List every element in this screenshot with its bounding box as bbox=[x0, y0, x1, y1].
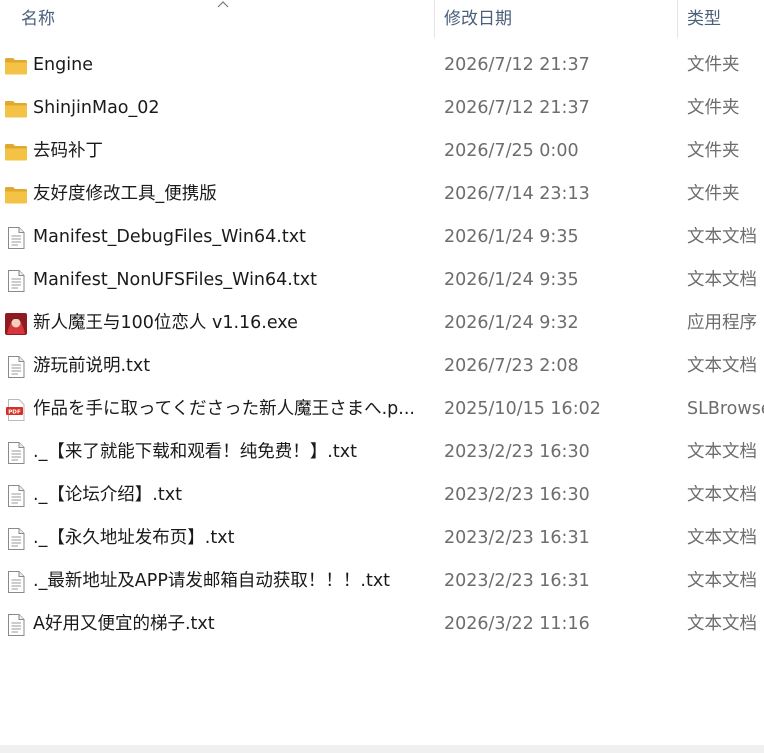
file-name: Manifest_DebugFiles_Win64.txt bbox=[33, 227, 306, 247]
column-header-name[interactable]: 名称 bbox=[21, 0, 55, 38]
file-row[interactable]: A好用又便宜的梯子.txt 2026/3/22 11:16 文本文档 bbox=[0, 603, 764, 646]
file-row[interactable]: ._【论坛介绍】.txt 2023/2/23 16:30 文本文档 bbox=[0, 474, 764, 517]
file-type: 文本文档 bbox=[687, 528, 757, 548]
file-name: 新人魔王与100位恋人 v1.16.exe bbox=[33, 313, 298, 333]
file-name: 去码补丁 bbox=[33, 141, 103, 161]
column-header-type[interactable]: 类型 bbox=[687, 0, 721, 38]
text-file-icon bbox=[4, 570, 28, 594]
file-row[interactable]: 游玩前说明.txt 2026/7/23 2:08 文本文档 bbox=[0, 345, 764, 388]
text-file-icon bbox=[4, 613, 28, 637]
folder-icon bbox=[4, 54, 28, 78]
file-name: ._【来了就能下载和观看！纯免费！】.txt bbox=[33, 442, 357, 462]
column-header-bar: 名称 修改日期 类型 bbox=[0, 0, 764, 38]
file-type: 文件夹 bbox=[687, 184, 740, 204]
file-modified-date: 2023/2/23 16:30 bbox=[444, 442, 590, 462]
file-name: 游玩前说明.txt bbox=[33, 356, 151, 376]
text-file-icon bbox=[4, 226, 28, 250]
file-row[interactable]: 新人魔王与100位恋人 v1.16.exe 2026/1/24 9:32 应用程序 bbox=[0, 302, 764, 345]
file-type: 文本文档 bbox=[687, 227, 757, 247]
text-file-icon bbox=[4, 527, 28, 551]
folder-icon bbox=[4, 183, 28, 207]
text-file-icon bbox=[4, 484, 28, 508]
text-file-icon bbox=[4, 269, 28, 293]
file-type: 文本文档 bbox=[687, 356, 757, 376]
file-type: 应用程序 bbox=[687, 313, 757, 333]
file-modified-date: 2026/1/24 9:32 bbox=[444, 313, 579, 333]
file-modified-date: 2023/2/23 16:30 bbox=[444, 485, 590, 505]
file-modified-date: 2026/7/14 23:13 bbox=[444, 184, 590, 204]
file-name: ._【论坛介绍】.txt bbox=[33, 485, 182, 505]
file-type: 文件夹 bbox=[687, 98, 740, 118]
file-row[interactable]: ._最新地址及APP请发邮箱自动获取！！！.txt 2023/2/23 16:31… bbox=[0, 560, 764, 603]
file-modified-date: 2026/7/12 21:37 bbox=[444, 98, 590, 118]
file-row[interactable]: PDF 作品を手に取ってくださった新人魔王さまへ.p... 2025/10/15 1… bbox=[0, 388, 764, 431]
file-name: ._【永久地址发布页】.txt bbox=[33, 528, 235, 548]
file-row[interactable]: 去码补丁 2026/7/25 0:00 文件夹 bbox=[0, 130, 764, 173]
file-type: 文本文档 bbox=[687, 442, 757, 462]
column-divider[interactable] bbox=[677, 0, 678, 38]
sort-ascending-icon bbox=[217, 1, 229, 8]
folder-icon bbox=[4, 97, 28, 121]
file-name: Engine bbox=[33, 55, 93, 75]
file-type: SLBrowse bbox=[687, 399, 764, 419]
folder-icon bbox=[4, 140, 28, 164]
file-type: 文本文档 bbox=[687, 485, 757, 505]
file-row[interactable]: Manifest_NonUFSFiles_Win64.txt 2026/1/24 … bbox=[0, 259, 764, 302]
file-row[interactable]: 友好度修改工具_便携版 2026/7/14 23:13 文件夹 bbox=[0, 173, 764, 216]
file-type: 文本文档 bbox=[687, 571, 757, 591]
file-modified-date: 2025/10/15 16:02 bbox=[444, 399, 601, 419]
file-type: 文件夹 bbox=[687, 55, 740, 75]
file-modified-date: 2023/2/23 16:31 bbox=[444, 528, 590, 548]
app-icon bbox=[4, 312, 28, 336]
file-name: A好用又便宜的梯子.txt bbox=[33, 614, 215, 634]
file-name: 作品を手に取ってくださった新人魔王さまへ.p... bbox=[33, 399, 415, 419]
column-header-date[interactable]: 修改日期 bbox=[444, 0, 512, 38]
file-modified-date: 2023/2/23 16:31 bbox=[444, 571, 590, 591]
file-name: ShinjinMao_02 bbox=[33, 98, 160, 118]
text-file-icon bbox=[4, 441, 28, 465]
file-name: 友好度修改工具_便携版 bbox=[33, 184, 217, 204]
file-name: ._最新地址及APP请发邮箱自动获取！！！.txt bbox=[33, 571, 391, 591]
file-row[interactable]: ShinjinMao_02 2026/7/12 21:37 文件夹 bbox=[0, 87, 764, 130]
file-modified-date: 2026/3/22 11:16 bbox=[444, 614, 590, 634]
text-file-icon bbox=[4, 355, 28, 379]
pdf-badge-text: PDF bbox=[8, 409, 21, 415]
file-row[interactable]: Manifest_DebugFiles_Win64.txt 2026/1/24 9… bbox=[0, 216, 764, 259]
status-strip bbox=[0, 745, 764, 753]
file-modified-date: 2026/1/24 9:35 bbox=[444, 270, 579, 290]
file-row[interactable]: ._【永久地址发布页】.txt 2023/2/23 16:31 文本文档 bbox=[0, 517, 764, 560]
file-row[interactable]: ._【来了就能下载和观看！纯免费！】.txt 2023/2/23 16:30 文本文… bbox=[0, 431, 764, 474]
file-modified-date: 2026/7/23 2:08 bbox=[444, 356, 579, 376]
file-type: 文本文档 bbox=[687, 614, 757, 634]
file-type: 文件夹 bbox=[687, 141, 740, 161]
column-divider[interactable] bbox=[434, 0, 435, 38]
file-row[interactable]: Engine 2026/7/12 21:37 文件夹 bbox=[0, 44, 764, 87]
file-modified-date: 2026/7/25 0:00 bbox=[444, 141, 579, 161]
pdf-icon: PDF bbox=[4, 398, 28, 422]
file-modified-date: 2026/7/12 21:37 bbox=[444, 55, 590, 75]
file-modified-date: 2026/1/24 9:35 bbox=[444, 227, 579, 247]
file-type: 文本文档 bbox=[687, 270, 757, 290]
file-name: Manifest_NonUFSFiles_Win64.txt bbox=[33, 270, 317, 290]
